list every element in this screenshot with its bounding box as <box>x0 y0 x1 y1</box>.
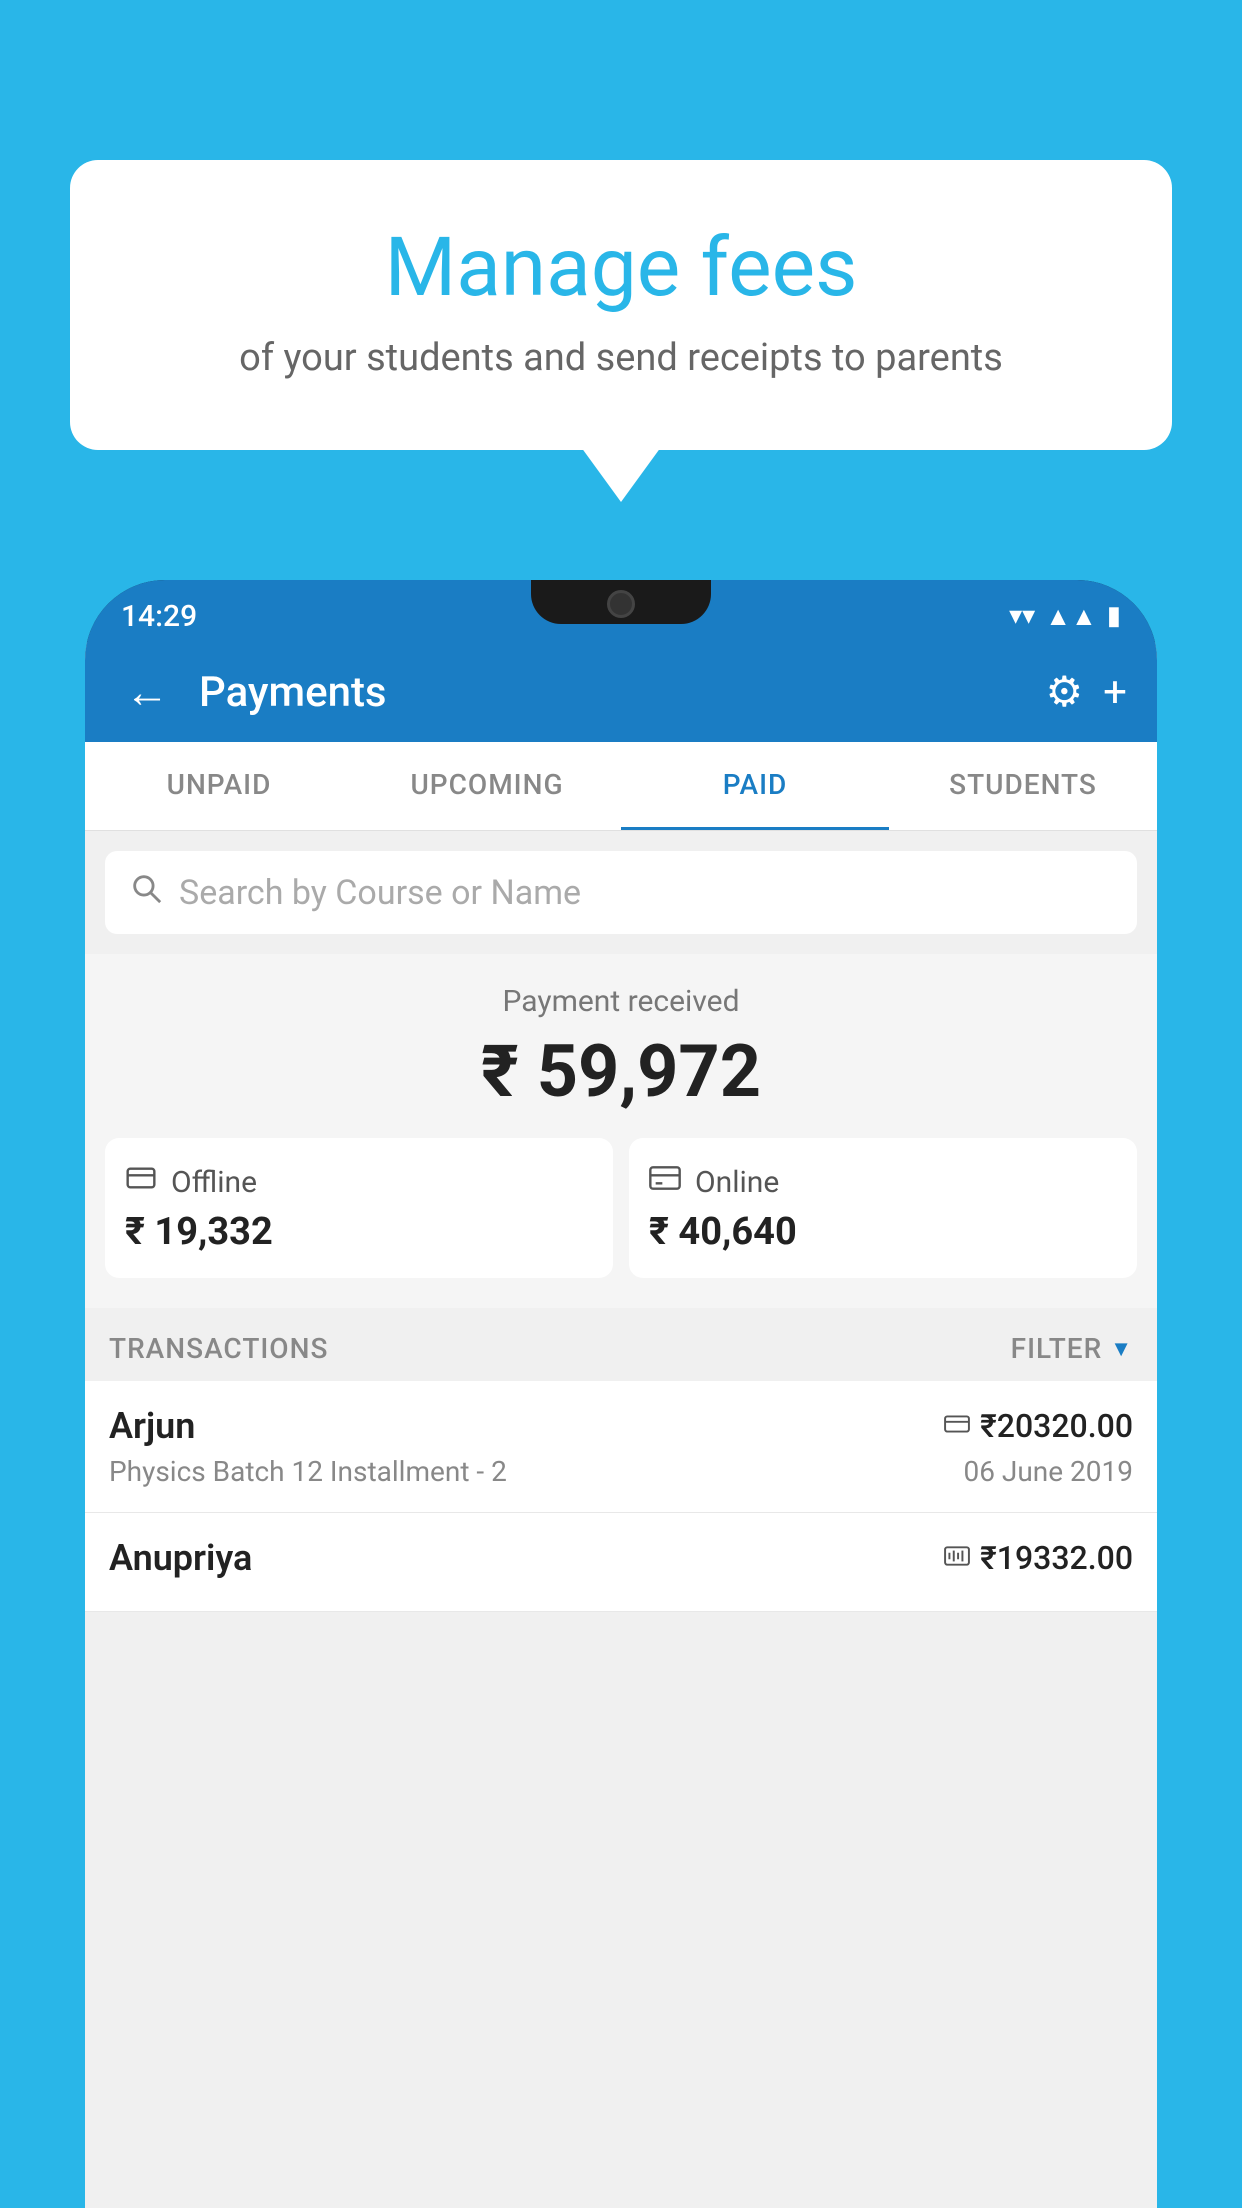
phone-frame: 14:29 ▾▾ ▲▲ ▮ ← Payments ⚙ + UNPAID UPCO… <box>85 580 1157 2208</box>
payment-amount: ₹ 59,972 <box>105 1029 1137 1114</box>
online-payment-card: Online ₹ 40,640 <box>629 1138 1137 1278</box>
app-bar: ← Payments ⚙ + <box>85 642 1157 742</box>
front-camera <box>607 590 635 618</box>
filter-icon: ▼ <box>1110 1336 1133 1362</box>
filter-label: FILTER <box>1011 1332 1103 1365</box>
app-bar-actions: ⚙ + <box>1046 667 1128 717</box>
payment-cards: Offline ₹ 19,332 Onli <box>105 1138 1137 1278</box>
settings-icon[interactable]: ⚙ <box>1046 667 1084 717</box>
status-icons: ▾▾ ▲▲ ▮ <box>1009 601 1121 632</box>
online-icon <box>649 1162 681 1202</box>
payment-received-section: Payment received ₹ 59,972 Offline <box>85 954 1157 1308</box>
transaction-amount: ₹19332.00 <box>980 1539 1133 1577</box>
wifi-icon: ▾▾ <box>1009 601 1035 631</box>
search-placeholder-text: Search by Course or Name <box>179 873 581 913</box>
speech-bubble: Manage fees of your students and send re… <box>70 160 1172 450</box>
offline-amount: ₹ 19,332 <box>125 1210 593 1254</box>
transaction-bottom: Physics Batch 12 Installment - 2 06 June… <box>109 1455 1133 1488</box>
transaction-amount-wrapper: ₹20320.00 <box>944 1407 1133 1445</box>
transaction-name: Anupriya <box>109 1537 252 1579</box>
transaction-top: Anupriya ₹19332.00 <box>109 1537 1133 1579</box>
transaction-row[interactable]: Arjun ₹20320.00 Physics Batch 12 Install… <box>85 1381 1157 1513</box>
online-amount: ₹ 40,640 <box>649 1210 1117 1254</box>
transaction-amount: ₹20320.00 <box>980 1407 1133 1445</box>
transactions-header: TRANSACTIONS FILTER ▼ <box>85 1308 1157 1381</box>
transaction-date: 06 June 2019 <box>963 1455 1133 1488</box>
bubble-subtitle: of your students and send receipts to pa… <box>120 336 1122 380</box>
filter-button[interactable]: FILTER ▼ <box>1011 1332 1133 1365</box>
online-label: Online <box>695 1165 779 1200</box>
search-bar[interactable]: Search by Course or Name <box>105 851 1137 934</box>
online-payment-icon <box>944 1411 970 1441</box>
back-button[interactable]: ← <box>115 656 179 728</box>
transactions-label: TRANSACTIONS <box>109 1332 328 1365</box>
tab-students[interactable]: STUDENTS <box>889 742 1157 830</box>
offline-label: Offline <box>171 1165 257 1200</box>
transaction-row[interactable]: Anupriya ₹19332.00 <box>85 1513 1157 1612</box>
transaction-course: Physics Batch 12 Installment - 2 <box>109 1455 507 1488</box>
add-icon[interactable]: + <box>1103 668 1127 717</box>
tab-upcoming[interactable]: UPCOMING <box>353 742 621 830</box>
offline-icon <box>125 1162 157 1202</box>
tab-paid[interactable]: PAID <box>621 742 889 830</box>
transaction-top: Arjun ₹20320.00 <box>109 1405 1133 1447</box>
bubble-title: Manage fees <box>120 220 1122 316</box>
phone-notch <box>531 580 711 624</box>
payment-label: Payment received <box>105 984 1137 1019</box>
transaction-amount-wrapper: ₹19332.00 <box>944 1539 1133 1577</box>
phone-screen: ← Payments ⚙ + UNPAID UPCOMING PAID STUD… <box>85 642 1157 2208</box>
offline-payment-card: Offline ₹ 19,332 <box>105 1138 613 1278</box>
offline-payment-icon <box>944 1543 970 1573</box>
tab-bar: UNPAID UPCOMING PAID STUDENTS <box>85 742 1157 831</box>
battery-icon: ▮ <box>1107 601 1121 631</box>
status-time: 14:29 <box>121 599 197 634</box>
online-card-header: Online <box>649 1162 1117 1202</box>
signal-icon: ▲▲ <box>1045 601 1096 632</box>
offline-card-header: Offline <box>125 1162 593 1202</box>
tab-unpaid[interactable]: UNPAID <box>85 742 353 830</box>
search-icon <box>129 871 163 914</box>
transaction-name: Arjun <box>109 1405 195 1447</box>
app-bar-title: Payments <box>199 668 1026 717</box>
